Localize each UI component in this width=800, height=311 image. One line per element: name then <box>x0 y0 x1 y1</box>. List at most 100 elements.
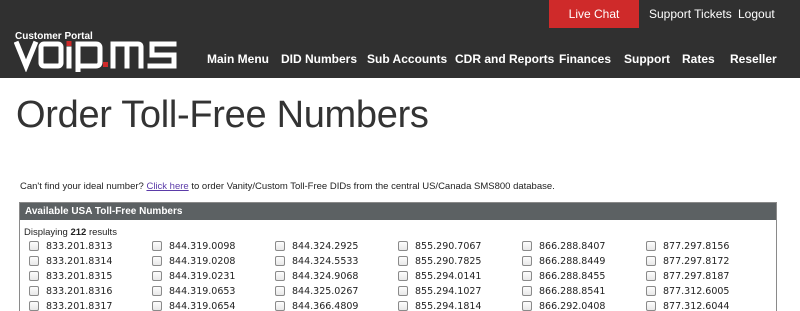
number-label: 844.324.5533 <box>292 255 359 267</box>
number-option[interactable]: 866.288.8455 <box>522 268 605 284</box>
number-checkbox[interactable] <box>646 271 656 281</box>
number-label: 855.294.0141 <box>415 270 482 282</box>
number-label: 866.288.8407 <box>539 240 606 252</box>
number-option[interactable]: 866.288.8407 <box>522 238 605 254</box>
number-option[interactable]: 844.319.0098 <box>152 238 235 254</box>
number-option[interactable]: 833.201.8317 <box>29 298 112 311</box>
number-checkbox[interactable] <box>275 256 285 266</box>
number-checkbox[interactable] <box>275 301 285 311</box>
number-option[interactable]: 844.324.9068 <box>275 268 358 284</box>
number-checkbox[interactable] <box>522 286 532 296</box>
number-checkbox[interactable] <box>275 286 285 296</box>
number-checkbox[interactable] <box>275 241 285 251</box>
nav-support[interactable]: Support <box>624 52 670 66</box>
number-checkbox[interactable] <box>646 286 656 296</box>
top-navigation-bar: Live Chat Support Tickets Logout Custome… <box>0 0 800 78</box>
number-option[interactable]: 877.297.8187 <box>646 268 729 284</box>
number-checkbox[interactable] <box>152 301 162 311</box>
number-checkbox[interactable] <box>646 241 656 251</box>
nav-finances[interactable]: Finances <box>559 52 611 66</box>
number-label: 877.312.6044 <box>663 300 730 311</box>
number-checkbox[interactable] <box>398 271 408 281</box>
number-option[interactable]: 855.294.1814 <box>398 298 481 311</box>
support-tickets-link[interactable]: Support Tickets <box>649 0 732 28</box>
number-option[interactable]: 833.201.8315 <box>29 268 112 284</box>
number-option[interactable]: 877.312.6044 <box>646 298 729 311</box>
number-checkbox[interactable] <box>522 301 532 311</box>
number-row: 833.201.8316 844.319.0653 844.325.0267 8… <box>20 283 778 299</box>
help-suffix-text: to order Vanity/Custom Toll-Free DIDs fr… <box>188 181 555 192</box>
number-checkbox[interactable] <box>152 241 162 251</box>
number-label: 844.319.0653 <box>169 285 236 297</box>
number-checkbox[interactable] <box>152 256 162 266</box>
number-option[interactable]: 844.319.0653 <box>152 283 235 299</box>
page-title: Order Toll-Free Numbers <box>16 94 429 136</box>
number-checkbox[interactable] <box>152 286 162 296</box>
number-option[interactable]: 833.201.8314 <box>29 253 112 269</box>
number-option[interactable]: 833.201.8316 <box>29 283 112 299</box>
number-option[interactable]: 844.319.0208 <box>152 253 235 269</box>
number-option[interactable]: 844.325.0267 <box>275 283 358 299</box>
number-option[interactable]: 844.319.0231 <box>152 268 235 284</box>
number-label: 833.201.8316 <box>46 285 113 297</box>
number-checkbox[interactable] <box>29 286 39 296</box>
nav-main-menu[interactable]: Main Menu <box>207 52 269 66</box>
number-checkbox[interactable] <box>398 286 408 296</box>
number-option[interactable]: 877.297.8156 <box>646 238 729 254</box>
number-option[interactable]: 877.297.8172 <box>646 253 729 269</box>
number-label: 844.325.0267 <box>292 285 359 297</box>
number-row: 833.201.8314 844.319.0208 844.324.5533 8… <box>20 253 778 269</box>
number-checkbox[interactable] <box>522 256 532 266</box>
number-checkbox[interactable] <box>152 271 162 281</box>
number-label: 844.319.0654 <box>169 300 236 311</box>
number-checkbox[interactable] <box>646 301 656 311</box>
nav-reseller[interactable]: Reseller <box>730 52 777 66</box>
number-label: 833.201.8315 <box>46 270 113 282</box>
nav-did-numbers[interactable]: DID Numbers <box>281 52 357 66</box>
number-option[interactable]: 855.290.7067 <box>398 238 481 254</box>
number-option[interactable]: 866.288.8541 <box>522 283 605 299</box>
logout-link[interactable]: Logout <box>738 0 775 28</box>
number-checkbox[interactable] <box>646 256 656 266</box>
number-checkbox[interactable] <box>275 271 285 281</box>
number-checkbox[interactable] <box>398 301 408 311</box>
number-label: 855.294.1814 <box>415 300 482 311</box>
number-label: 866.292.0408 <box>539 300 606 311</box>
number-label: 877.297.8172 <box>663 255 730 267</box>
number-option[interactable]: 855.290.7825 <box>398 253 481 269</box>
number-option[interactable]: 855.294.1027 <box>398 283 481 299</box>
number-option[interactable]: 844.366.4809 <box>275 298 358 311</box>
number-label: 866.288.8541 <box>539 285 606 297</box>
click-here-link[interactable]: Click here <box>146 181 188 192</box>
number-row: 833.201.8313 844.319.0098 844.324.2925 8… <box>20 238 778 254</box>
number-checkbox[interactable] <box>29 241 39 251</box>
number-checkbox[interactable] <box>522 271 532 281</box>
number-row: 833.201.8317 844.319.0654 844.366.4809 8… <box>20 298 778 311</box>
panel-header: Available USA Toll-Free Numbers <box>20 203 776 220</box>
number-label: 844.319.0098 <box>169 240 236 252</box>
number-label: 866.288.8455 <box>539 270 606 282</box>
available-numbers-panel: Available USA Toll-Free Numbers Displayi… <box>19 202 777 311</box>
number-checkbox[interactable] <box>398 241 408 251</box>
number-option[interactable]: 855.294.0141 <box>398 268 481 284</box>
number-label: 833.201.8313 <box>46 240 113 252</box>
live-chat-button[interactable]: Live Chat <box>549 0 639 28</box>
number-checkbox[interactable] <box>522 241 532 251</box>
number-checkbox[interactable] <box>398 256 408 266</box>
number-option[interactable]: 833.201.8313 <box>29 238 112 254</box>
number-checkbox[interactable] <box>29 301 39 311</box>
number-option[interactable]: 866.292.0408 <box>522 298 605 311</box>
number-option[interactable]: 877.312.6005 <box>646 283 729 299</box>
voipms-logo[interactable] <box>14 38 180 72</box>
nav-rates[interactable]: Rates <box>682 52 715 66</box>
number-checkbox[interactable] <box>29 256 39 266</box>
nav-cdr-and-reports[interactable]: CDR and Reports <box>455 52 554 66</box>
number-checkbox[interactable] <box>29 271 39 281</box>
number-option[interactable]: 844.319.0654 <box>152 298 235 311</box>
number-option[interactable]: 844.324.5533 <box>275 253 358 269</box>
number-label: 844.319.0208 <box>169 255 236 267</box>
nav-sub-accounts[interactable]: Sub Accounts <box>367 52 447 66</box>
number-option[interactable]: 844.324.2925 <box>275 238 358 254</box>
number-option[interactable]: 866.288.8449 <box>522 253 605 269</box>
vanity-help-text: Can't find your ideal number? Click here… <box>20 181 555 192</box>
